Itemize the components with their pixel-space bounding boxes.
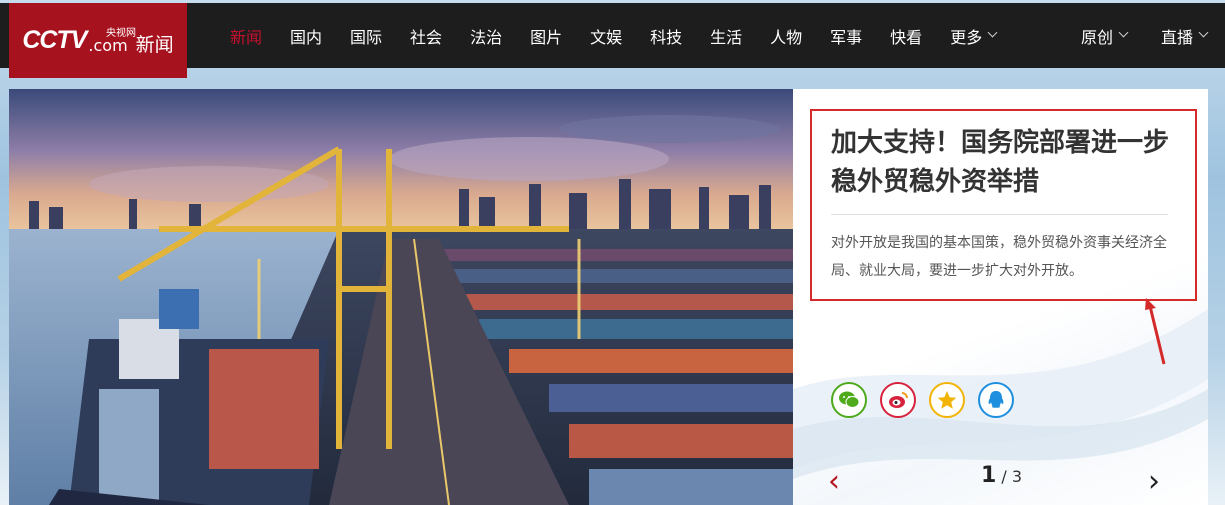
chevron-down-icon	[1118, 27, 1129, 38]
chevron-down-icon	[1198, 27, 1209, 38]
nav-item-more[interactable]: 更多	[950, 24, 998, 48]
nav-item-quicklook[interactable]: 快看	[890, 24, 922, 48]
nav-item-people[interactable]: 人物	[770, 24, 802, 48]
weibo-icon[interactable]	[880, 382, 916, 418]
nav-item-live[interactable]: 直播	[1161, 24, 1209, 48]
nav-item-entertainment[interactable]: 文娱	[590, 24, 622, 48]
current-slide-number: 1	[981, 463, 997, 488]
nav-item-life[interactable]: 生活	[710, 24, 742, 48]
nav-item-international[interactable]: 国际	[350, 24, 382, 48]
main-nav: 新闻 国内 国际 社会 法治 图片 文娱 科技 生活 人物 军事 快看 更多	[230, 3, 1024, 68]
feature-summary: 对外开放是我国的基本国策，稳外贸稳外资事关经济全局、就业大局，要进一步扩大对外开…	[831, 235, 1167, 279]
chevron-down-icon	[987, 27, 998, 38]
annotation-arrow-icon	[1145, 298, 1166, 365]
top-nav-bar: CCTV .com 央视网 新闻 新闻 国内 国际 社会 法治 图片 文娱 科技…	[0, 3, 1225, 78]
cctv-news-logo[interactable]: CCTV .com 央视网 新闻	[9, 3, 187, 78]
next-slide-button[interactable]: ›	[1148, 464, 1160, 499]
pager-separator: /	[1001, 467, 1007, 486]
nav-item-military[interactable]: 军事	[830, 24, 862, 48]
feature-headline[interactable]: 加大支持！国务院部署进一步稳外贸稳外资举措	[831, 124, 1176, 202]
nav-item-society[interactable]: 社会	[410, 24, 442, 48]
nav-item-original[interactable]: 原创	[1081, 24, 1129, 48]
wechat-icon[interactable]	[831, 382, 867, 418]
total-slides: 3	[1011, 467, 1023, 486]
qq-icon[interactable]	[978, 382, 1014, 418]
logo-xinwen-text: 新闻	[135, 34, 174, 56]
prev-slide-button[interactable]: ‹	[828, 464, 840, 499]
nav-item-photos[interactable]: 图片	[530, 24, 562, 48]
hero-port-image[interactable]	[9, 89, 793, 505]
nav-right: 原创 直播	[1047, 3, 1209, 68]
port-scene-illustration	[9, 89, 793, 505]
nav-item-law[interactable]: 法治	[470, 24, 502, 48]
divider	[831, 214, 1168, 215]
share-bar	[831, 382, 1027, 418]
nav-item-tech[interactable]: 科技	[650, 24, 682, 48]
logo-yangshi-text: 央视网	[106, 28, 136, 39]
slide-pager: 1 / 3	[981, 463, 1022, 488]
nav-item-domestic[interactable]: 国内	[290, 24, 322, 48]
nav-item-news[interactable]: 新闻	[230, 24, 262, 48]
logo-cctv-text: CCTV	[22, 26, 87, 54]
favorite-star-icon[interactable]	[929, 382, 965, 418]
